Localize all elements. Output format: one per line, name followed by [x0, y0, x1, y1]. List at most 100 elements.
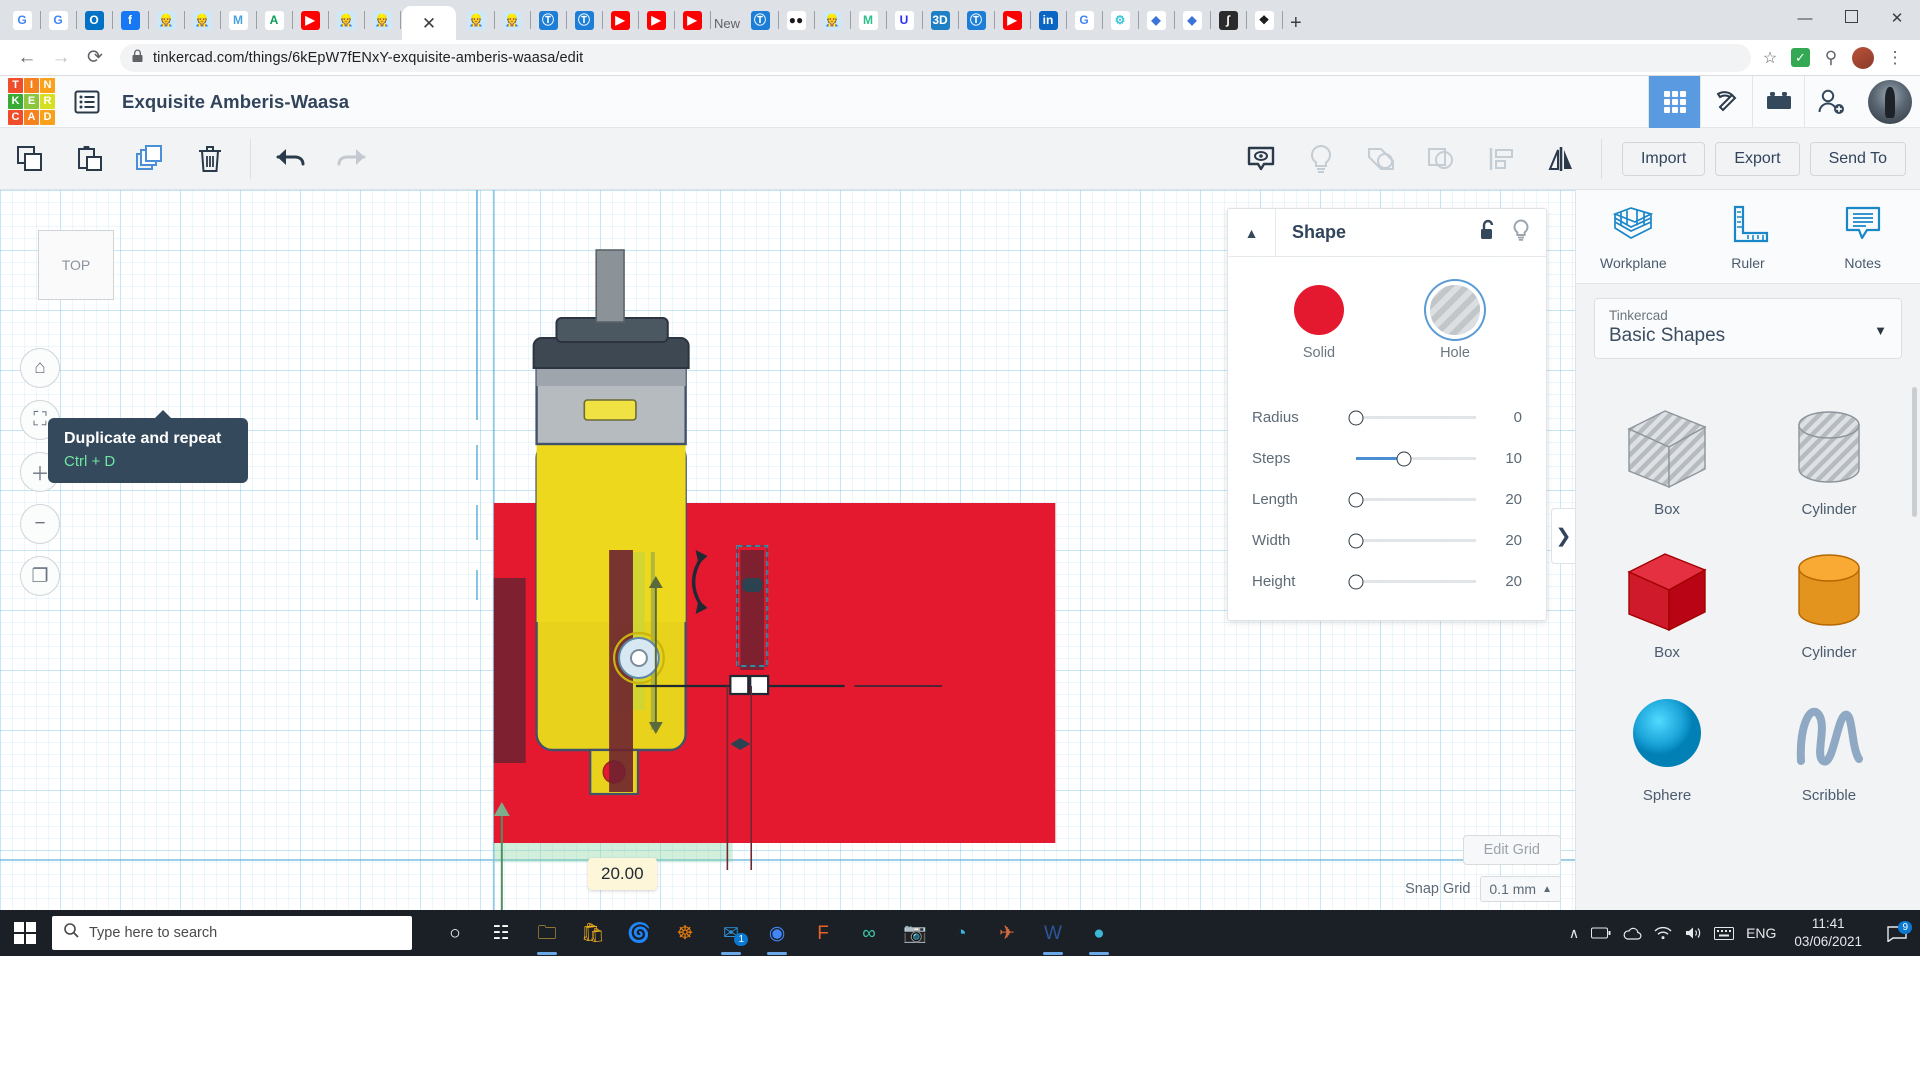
- system-tray[interactable]: ∧ ENG 11:41 03/06/2021 9: [1569, 915, 1920, 951]
- shape-parameter-sliders[interactable]: Radius0Steps10Length20Width20Height20: [1228, 397, 1546, 602]
- bookmark-star-icon[interactable]: ☆: [1759, 47, 1781, 69]
- shape-item-sphere[interactable]: Sphere: [1586, 671, 1748, 814]
- browser-tab[interactable]: 👷: [331, 5, 361, 35]
- browser-tab[interactable]: M: [853, 5, 883, 35]
- slider-track-radius[interactable]: [1356, 416, 1476, 419]
- browser-tab[interactable]: ▶: [605, 5, 635, 35]
- notes-tool[interactable]: Notes: [1805, 190, 1920, 283]
- browser-tab[interactable]: G: [1069, 5, 1099, 35]
- avatar[interactable]: [1868, 80, 1912, 124]
- solid-option[interactable]: Solid: [1280, 285, 1358, 361]
- browser-tab[interactable]: Ⓣ: [961, 5, 991, 35]
- unlock-icon[interactable]: [1478, 219, 1498, 246]
- chrome-menu-icon[interactable]: ⋮: [1884, 47, 1906, 69]
- import-button[interactable]: Import: [1622, 142, 1705, 176]
- slider-value-radius[interactable]: 0: [1488, 409, 1522, 426]
- slider-row-height[interactable]: Height20: [1252, 561, 1522, 602]
- grid-apps-icon[interactable]: [1648, 76, 1700, 128]
- camera-video-icon[interactable]: 📷: [894, 910, 936, 956]
- inspector-header-actions[interactable]: [1478, 219, 1546, 246]
- design-canvas[interactable]: TOP ⌂ ⛶ ＋ − ❐: [0, 190, 1575, 910]
- copy-icon[interactable]: [0, 128, 60, 190]
- send-to-button[interactable]: Send To: [1810, 142, 1906, 176]
- browser-tab[interactable]: 3D: [925, 5, 955, 35]
- slider-row-width[interactable]: Width20: [1252, 520, 1522, 561]
- snap-grid-select[interactable]: 0.1 mm ▲: [1480, 876, 1561, 902]
- browser-tab[interactable]: ▶: [997, 5, 1027, 35]
- browser-tab[interactable]: ◆: [1177, 5, 1207, 35]
- microsoft-store-icon[interactable]: 🛍: [572, 910, 614, 956]
- battery-icon[interactable]: [1591, 927, 1611, 939]
- browser-tab[interactable]: 👷: [497, 5, 527, 35]
- hole-swatch[interactable]: [1430, 285, 1480, 335]
- slider-value-steps[interactable]: 10: [1488, 450, 1522, 467]
- tray-chevron-up-icon[interactable]: ∧: [1569, 925, 1579, 942]
- edge-icon[interactable]: 🌀: [618, 910, 660, 956]
- slider-track-width[interactable]: [1356, 539, 1476, 542]
- language-indicator[interactable]: ENG: [1746, 925, 1776, 941]
- browser-tab[interactable]: U: [889, 5, 919, 35]
- browser-tab[interactable]: Ⓣ: [533, 5, 563, 35]
- slider-knob-height[interactable]: [1349, 574, 1364, 589]
- browser-tab[interactable]: ▶: [677, 5, 707, 35]
- browser-tab[interactable]: G: [7, 5, 37, 35]
- browser-tab[interactable]: 👷: [367, 5, 397, 35]
- cortana-icon[interactable]: ○: [434, 910, 476, 956]
- solid-hole-selector[interactable]: Solid Hole: [1228, 277, 1546, 367]
- word-icon[interactable]: W: [1032, 910, 1074, 956]
- add-person-icon[interactable]: [1804, 76, 1856, 128]
- shape-item-box[interactable]: Box: [1586, 385, 1748, 528]
- browser-tab[interactable]: 👷: [817, 5, 847, 35]
- slider-knob-radius[interactable]: [1349, 410, 1364, 425]
- slider-track-length[interactable]: [1356, 498, 1476, 501]
- browser-tab[interactable]: Ⓣ: [745, 5, 775, 35]
- taskbar-apps[interactable]: ○☷🗀🛍🌀☸✉1◉F∞📷◔✈W●: [434, 910, 1120, 956]
- browser-tabs-before-active[interactable]: GGOf👷👷MA▶👷👷: [4, 5, 400, 40]
- workplane-tool[interactable]: Workplane: [1576, 190, 1691, 283]
- undo-icon[interactable]: [261, 128, 321, 190]
- header-actions[interactable]: [1648, 76, 1920, 128]
- browser-tabs-after-active[interactable]: 👷👷ⓉⓉ▶▶▶: [458, 5, 710, 40]
- slider-row-steps[interactable]: Steps10: [1252, 438, 1522, 479]
- shape-item-scribble[interactable]: Scribble: [1748, 671, 1910, 814]
- url-input[interactable]: tinkercad.com/things/6kEpW7fENxY-exquisi…: [120, 44, 1751, 72]
- grid-settings-bar[interactable]: Edit Grid Snap Grid 0.1 mm ▲: [1405, 835, 1561, 902]
- shape-item-box[interactable]: Box: [1586, 528, 1748, 671]
- browser-tab[interactable]: 👷: [187, 5, 217, 35]
- slider-value-length[interactable]: 20: [1488, 491, 1522, 508]
- chrome-icon[interactable]: ◉: [756, 910, 798, 956]
- paste-icon[interactable]: [60, 128, 120, 190]
- window-minimize-button[interactable]: —: [1782, 10, 1828, 27]
- slider-knob-steps[interactable]: [1397, 451, 1412, 466]
- browser-tab-text-label[interactable]: New: [714, 16, 740, 31]
- delete-icon[interactable]: [180, 128, 240, 190]
- slider-track-steps[interactable]: [1356, 457, 1476, 460]
- shape-inspector-panel[interactable]: ▲ Shape: [1227, 208, 1547, 621]
- omnibox-actions[interactable]: ☆ ✓ ⚲ ⋮: [1759, 47, 1910, 69]
- onedrive-icon[interactable]: [1623, 927, 1642, 940]
- browser-tab-strip[interactable]: GGOf👷👷MA▶👷👷 ✕ 👷👷ⓉⓉ▶▶▶ New Ⓣ●●👷MU3DⓉ▶inG⚙…: [0, 0, 1920, 40]
- browser-tab[interactable]: O: [79, 5, 109, 35]
- duplicate-icon[interactable]: [120, 128, 180, 190]
- extensions-puzzle-icon[interactable]: ⚲: [1820, 47, 1842, 69]
- slider-value-height[interactable]: 20: [1488, 573, 1522, 590]
- slider-knob-width[interactable]: [1349, 533, 1364, 548]
- show-hide-eye-icon[interactable]: [1231, 128, 1291, 190]
- browser-tab[interactable]: G: [43, 5, 73, 35]
- browser-tab[interactable]: 👷: [461, 5, 491, 35]
- chevron-up-icon[interactable]: ▲: [1542, 884, 1552, 895]
- active-browser-tab[interactable]: ✕: [402, 6, 456, 40]
- edge-dev-icon[interactable]: ●: [1078, 910, 1120, 956]
- keyboard-icon[interactable]: [1714, 927, 1734, 940]
- browser-tab[interactable]: f: [115, 5, 145, 35]
- browser-tab[interactable]: ●●: [781, 5, 811, 35]
- browser-tab[interactable]: M: [223, 5, 253, 35]
- browser-tab[interactable]: 👷: [151, 5, 181, 35]
- library-select-wrap[interactable]: Tinkercad Basic Shapes ▼: [1576, 284, 1920, 371]
- new-tab-button[interactable]: +: [1290, 13, 1302, 33]
- windows-taskbar[interactable]: Type here to search ○☷🗀🛍🌀☸✉1◉F∞📷◔✈W● ∧ E…: [0, 910, 1920, 956]
- slider-row-length[interactable]: Length20: [1252, 479, 1522, 520]
- start-button[interactable]: [0, 910, 50, 956]
- hole-option[interactable]: Hole: [1416, 285, 1494, 361]
- close-icon[interactable]: ✕: [422, 15, 436, 32]
